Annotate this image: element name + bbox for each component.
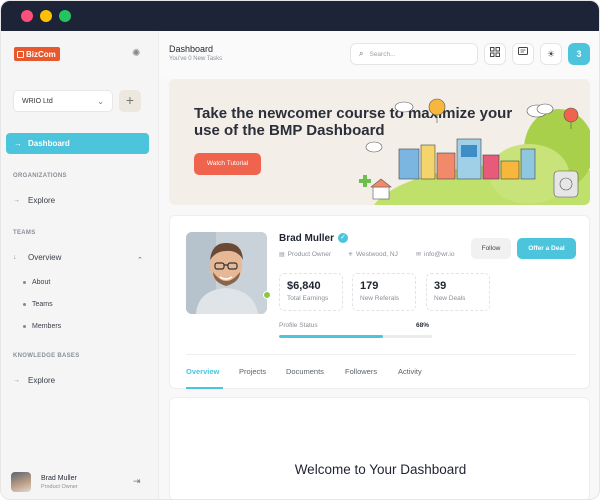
add-organization-button[interactable]: +: [119, 90, 141, 112]
profile-role: ▤ Product Owner: [279, 251, 331, 258]
sidebar-item-overview[interactable]: ↓ Overview: [13, 253, 61, 262]
chevron-up-icon[interactable]: ⌃: [137, 256, 143, 264]
sidebar-subitem-about[interactable]: About: [23, 279, 50, 286]
user-role: Product Owner: [41, 483, 78, 490]
chevron-down-icon: ⌄: [97, 96, 104, 106]
grid-button[interactable]: [484, 43, 506, 65]
welcome-title: Welcome to Your Dashboard: [294, 462, 467, 477]
sidebar-subitem-label: Members: [32, 323, 62, 330]
search-icon: ⌕: [359, 49, 364, 58]
search-placeholder: Search...: [369, 50, 396, 58]
close-window-button[interactable]: [21, 10, 33, 22]
arrow-right-icon: →: [13, 377, 20, 384]
sidebar-item-label: Dashboard: [28, 139, 70, 148]
stat-new-deals: 39 New Deals: [426, 273, 490, 311]
profile-location: ✳ Westwood, NJ: [348, 251, 398, 258]
sidebar-item-explore-organizations[interactable]: → Explore: [13, 196, 55, 205]
promo-banner: Take the newcomer course to maximize you…: [169, 79, 590, 205]
stat-value: $6,840: [287, 280, 321, 292]
brand-logo[interactable]: BizCom: [14, 47, 60, 61]
tab-followers[interactable]: Followers: [345, 367, 377, 376]
logo-text: BizCom: [26, 49, 56, 59]
sidebar-subitem-teams[interactable]: Teams: [23, 301, 53, 308]
profile-status-progress: [279, 335, 432, 338]
stat-new-referals: 179 New Referals: [352, 273, 416, 311]
app-window: BizCom ✺ WRIO Ltd ⌄ + → Dashboard ORGANI…: [0, 0, 600, 500]
section-title-organizations: ORGANIZATIONS: [13, 173, 67, 179]
section-title-knowledge-bases: KNOWLEDGE BASES: [13, 353, 80, 359]
profile-status-fill: [279, 335, 384, 338]
stat-label: New Deals: [434, 295, 466, 302]
sidebar-subitem-label: About: [32, 279, 51, 286]
stat-value: 39: [434, 280, 447, 292]
stat-label: New Referals: [360, 295, 400, 302]
profile-avatar: [186, 232, 267, 314]
sidebar-item-label: Explore: [28, 376, 56, 385]
notification-count-button[interactable]: 3: [568, 43, 590, 65]
profile-status-value: 68%: [416, 322, 430, 329]
sun-icon: ☀: [546, 49, 556, 59]
sidebar-subitem-label: Teams: [32, 301, 53, 308]
active-tab-indicator: [186, 387, 223, 389]
follow-button[interactable]: Follow: [471, 238, 511, 259]
profile-card: Brad Muller ✓ ▤ Product Owner ✳ Westwood…: [169, 215, 590, 389]
stat-total-earnings: $6,840 Total Earnings: [279, 273, 343, 311]
tab-activity[interactable]: Activity: [398, 367, 422, 376]
profile-photo: [186, 232, 267, 314]
tab-overview[interactable]: Overview: [186, 367, 219, 376]
header: Dashboard You've 0 New Tasks ⌕ Search...…: [159, 31, 599, 79]
avatar: [11, 472, 31, 492]
theme-button[interactable]: ☀: [540, 43, 562, 65]
page-title: Dashboard: [169, 44, 214, 54]
profile-email-text: info@wr.io: [424, 251, 455, 258]
sidebar-item-dashboard[interactable]: → Dashboard: [6, 133, 149, 154]
maximize-window-button[interactable]: [59, 10, 71, 22]
sidebar-item-explore-knowledge-bases[interactable]: → Explore: [13, 376, 55, 385]
city-illustration: [359, 98, 590, 205]
user-name: Brad Muller: [41, 474, 77, 482]
section-title-teams: TEAMS: [13, 230, 36, 236]
tab-documents[interactable]: Documents: [286, 367, 324, 376]
sidebar: BizCom ✺ WRIO Ltd ⌄ + → Dashboard ORGANI…: [1, 31, 159, 499]
arrow-right-icon: →: [13, 197, 20, 204]
profile-name: Brad Muller: [279, 233, 335, 244]
arrow-right-icon: →: [14, 139, 22, 148]
stat-value: 179: [360, 280, 379, 292]
bullet-icon: [23, 303, 26, 306]
organization-select[interactable]: WRIO Ltd ⌄: [13, 90, 113, 112]
watch-tutorial-button[interactable]: Watch Tutorial: [194, 153, 261, 175]
page-subtitle: You've 0 New Tasks: [169, 56, 223, 62]
online-status-indicator: [263, 291, 271, 299]
sidebar-item-label: Overview: [28, 253, 62, 262]
profile-role-text: Product Owner: [287, 251, 332, 258]
profile-location-text: Westwood, NJ: [356, 251, 398, 258]
bullet-icon: [23, 281, 26, 284]
chat-icon: [518, 47, 528, 55]
profile-status-label: Profile Status: [279, 322, 318, 329]
stat-label: Total Earnings: [287, 295, 329, 302]
arrow-down-icon: ↓: [13, 254, 17, 261]
theme-toggle-icon[interactable]: ✺: [132, 49, 142, 59]
organization-select-value: WRIO Ltd: [22, 97, 53, 105]
mail-icon: ✉: [416, 252, 422, 258]
sidebar-subitem-members[interactable]: Members: [23, 323, 61, 330]
minimize-window-button[interactable]: [40, 10, 52, 22]
sidebar-item-label: Explore: [28, 196, 56, 205]
verified-icon: ✓: [338, 233, 348, 243]
location-icon: ✳: [348, 252, 354, 258]
search-input[interactable]: ⌕ Search...: [350, 43, 478, 65]
profile-email[interactable]: ✉ info@wr.io: [416, 251, 454, 258]
id-card-icon: ▤: [279, 252, 285, 258]
tabs-divider: [186, 354, 576, 355]
welcome-card: Welcome to Your Dashboard: [169, 397, 590, 499]
title-bar: [1, 1, 599, 31]
user-footer[interactable]: Brad Muller Product Owner ⇥: [11, 470, 149, 494]
logo-mark-icon: [17, 50, 24, 58]
offer-deal-button[interactable]: Offer a Deal: [517, 238, 576, 259]
bullet-icon: [23, 325, 26, 328]
chat-button[interactable]: [512, 43, 534, 65]
logout-icon[interactable]: ⇥: [133, 476, 143, 486]
grid-icon: [490, 47, 500, 57]
tab-projects[interactable]: Projects: [239, 367, 266, 376]
